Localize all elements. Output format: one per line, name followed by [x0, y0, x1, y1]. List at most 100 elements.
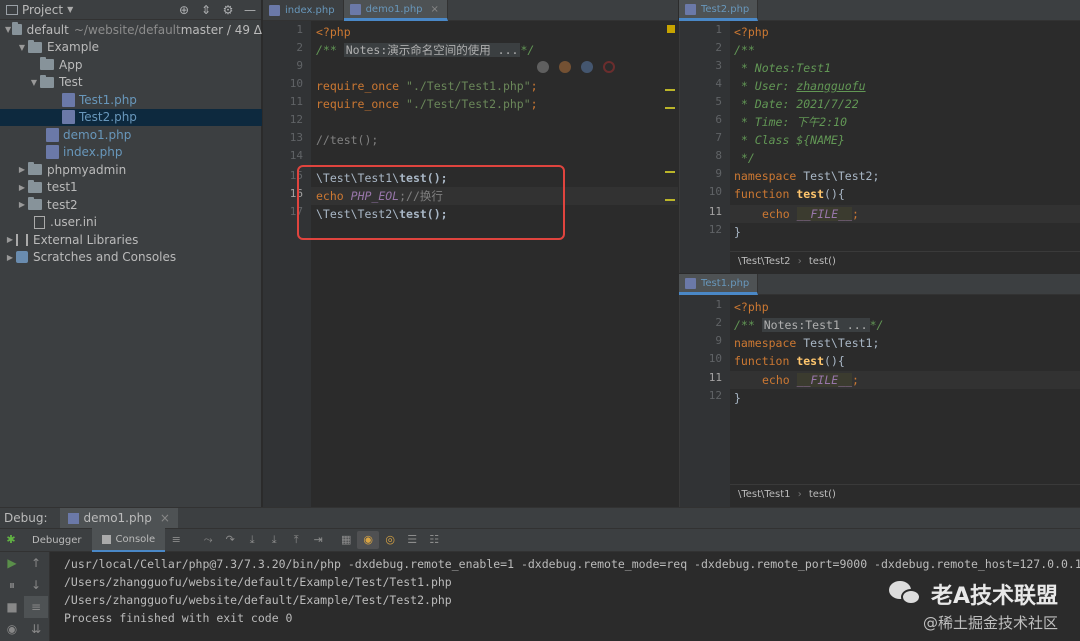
tab-debugger[interactable]: Debugger — [22, 528, 92, 552]
safari-icon[interactable] — [581, 61, 593, 73]
tab-test1-php[interactable]: Test1.php — [679, 274, 759, 295]
close-icon[interactable]: × — [431, 4, 439, 15]
run-to-cursor-icon[interactable]: ⇥ — [307, 531, 329, 549]
console-line: Process finished with exit code 0 — [64, 611, 293, 625]
tree-item-example[interactable]: ▼ Example — [0, 39, 262, 57]
gear-icon[interactable]: ⚙ — [217, 3, 239, 17]
chevron-right-icon[interactable]: ▶ — [16, 165, 28, 174]
tab-test2-php[interactable]: Test2.php — [679, 0, 759, 21]
error-stripe-mark[interactable] — [665, 199, 675, 201]
folder-icon — [28, 197, 42, 211]
right-bottom-editor-gutter: 1 2 9 10 11 12 — [680, 295, 730, 507]
tree-item-default[interactable]: ▼ default ~/website/default master / 49 … — [0, 21, 262, 39]
tree-item-test1[interactable]: ▶ test1 — [0, 179, 262, 197]
step-into-icon[interactable]: ⤓ — [241, 531, 263, 549]
line-number: 11 — [289, 95, 303, 108]
folder-icon — [40, 57, 54, 71]
chevron-right-icon[interactable]: ▶ — [4, 235, 16, 244]
tree-item-test2-php[interactable]: Test2.php — [0, 108, 262, 126]
project-view-icon[interactable] — [6, 4, 18, 15]
tab-label: Console — [115, 533, 156, 545]
arrow-up-icon[interactable]: ↑ — [24, 552, 48, 574]
error-stripe-mark[interactable] — [665, 89, 675, 91]
opera-icon[interactable] — [603, 61, 615, 73]
breadcrumb-function[interactable]: test() — [809, 489, 836, 500]
code-line-13: //test(); — [316, 133, 379, 147]
error-stripe-mark[interactable] — [665, 107, 675, 109]
chrome-icon[interactable] — [537, 61, 549, 73]
chevron-down-icon[interactable]: ▼ — [4, 25, 12, 34]
tree-item-test[interactable]: ▼ Test — [0, 74, 262, 92]
menu-icon[interactable]: ≡ — [165, 531, 187, 549]
firefox-icon[interactable] — [559, 61, 571, 73]
tree-item-demo1-php[interactable]: demo1.php — [0, 126, 262, 144]
settings-list-icon[interactable]: ☷ — [423, 531, 445, 549]
chevron-down-icon[interactable]: ▼ — [16, 43, 28, 52]
right-bottom-editor[interactable]: 1 2 9 10 11 12 <?php /** Notes:Test1 ...… — [679, 295, 1080, 507]
tree-item-user-ini[interactable]: .user.ini — [0, 214, 262, 232]
collapse-icon[interactable]: ⇕ — [195, 3, 217, 17]
line-number: 8 — [715, 149, 722, 162]
tab-label: Test2.php — [701, 3, 750, 15]
project-panel-title[interactable]: Project — [22, 3, 63, 17]
tree-item-index-php[interactable]: index.php — [0, 144, 262, 162]
line-number: 6 — [715, 113, 722, 126]
chevron-right-icon[interactable]: ▶ — [4, 253, 16, 262]
tree-item-test2[interactable]: ▶ test2 — [0, 196, 262, 214]
project-panel-header: Project ▼ ⊕ ⇕ ⚙ — — [0, 0, 261, 20]
step-over-icon[interactable]: ↷ — [219, 531, 241, 549]
tree-item-scratches[interactable]: ▶ Scratches and Consoles — [0, 249, 262, 267]
tab-console[interactable]: Console — [91, 528, 166, 552]
close-icon[interactable]: × — [160, 511, 170, 525]
debug-session-tab[interactable]: demo1.php × — [59, 507, 178, 529]
highlight-box — [297, 165, 565, 240]
breadcrumb-function[interactable]: test() — [809, 256, 836, 267]
chevron-down-icon[interactable]: ▼ — [67, 5, 73, 14]
soft-wrap-icon[interactable]: ≡ — [24, 596, 48, 618]
xdebug-icon[interactable]: ◎ — [379, 531, 401, 549]
line-number: 10 — [708, 352, 722, 365]
folded-region[interactable]: Notes:演示命名空间的使用 ... — [343, 43, 521, 57]
locate-icon[interactable]: ⊕ — [173, 3, 195, 17]
force-step-into-icon[interactable]: ⤓ — [263, 531, 285, 549]
wechat-icon — [888, 581, 923, 607]
resume-icon[interactable]: ▶ — [0, 552, 24, 574]
breadcrumb-namespace[interactable]: \Test\Test1 — [738, 489, 791, 500]
breadcrumb[interactable]: \Test\Test1 › test() — [730, 484, 1080, 504]
minimize-icon[interactable]: — — [239, 3, 261, 17]
tab-demo1-php[interactable]: demo1.php × — [343, 0, 448, 21]
arrow-down-icon[interactable]: ↓ — [24, 574, 48, 596]
break-on-first-line-icon[interactable]: ◉ — [357, 531, 380, 549]
tree-item-external-libraries[interactable]: ▶ External Libraries — [0, 231, 262, 249]
chevron-down-icon[interactable]: ▼ — [28, 78, 40, 87]
line-number: 10 — [289, 77, 303, 90]
folded-region[interactable]: Notes:Test1 ... — [761, 318, 870, 332]
evaluate-icon[interactable]: ▦ — [335, 531, 357, 549]
rerun-debug-icon[interactable]: ✱ — [0, 531, 22, 549]
debug-label: Debug: — [4, 511, 48, 525]
tab-index-php[interactable]: index.php — [263, 0, 344, 21]
left-editor[interactable]: 1 2 9 10 11 12 13 14 15 16 17 <?php /** … — [263, 21, 678, 507]
scroll-to-end-icon[interactable]: ⇊ — [24, 618, 48, 640]
breadcrumb[interactable]: \Test\Test2 › test() — [730, 251, 1080, 271]
tree-item-app[interactable]: App — [0, 56, 262, 74]
chevron-right-icon[interactable]: ▶ — [16, 183, 28, 192]
pause-icon[interactable]: ⏸ — [0, 574, 24, 596]
breakpoints-icon[interactable]: ◉ — [0, 618, 24, 640]
stop-icon[interactable]: ■ — [0, 596, 24, 618]
right-top-editor[interactable]: 1 2 3 4 5 6 7 8 9 10 11 12 <?php /** * N… — [679, 21, 1080, 273]
inspection-status-icon[interactable] — [667, 25, 675, 33]
tree-item-phpmyadmin[interactable]: ▶ phpmyadmin — [0, 161, 262, 179]
error-stripe-mark[interactable] — [665, 171, 675, 173]
list-icon[interactable]: ☰ — [401, 531, 423, 549]
line-number: 2 — [715, 41, 722, 54]
tree-item-test1-php[interactable]: Test1.php — [0, 91, 262, 109]
breadcrumb-namespace[interactable]: \Test\Test2 — [738, 256, 791, 267]
line-number: 1 — [715, 23, 722, 36]
tree-item-label: Test1.php — [79, 92, 137, 107]
show-execution-point-icon[interactable]: ⤳ — [197, 531, 219, 549]
debug-toolwindow-header: Debug: demo1.php × — [0, 507, 1080, 529]
step-out-icon[interactable]: ⤒ — [285, 531, 307, 549]
php-file-icon — [46, 145, 59, 160]
chevron-right-icon[interactable]: ▶ — [16, 200, 28, 209]
